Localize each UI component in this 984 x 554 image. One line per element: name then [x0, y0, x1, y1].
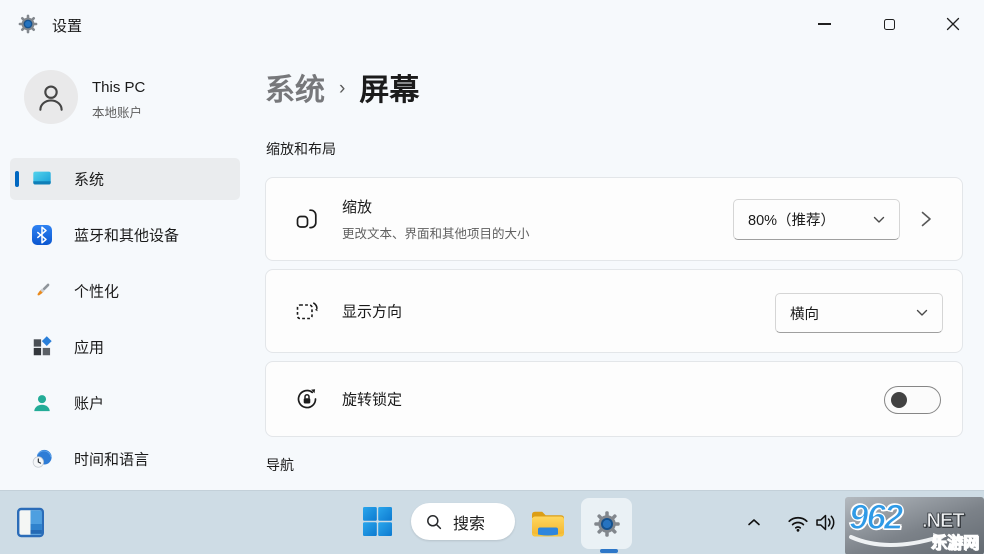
watermark-962net: 962 .NET 乐游网	[845, 497, 984, 554]
settings-gear-icon	[18, 14, 38, 34]
sidebar-nav: 系统 蓝牙和其他设备 个性化 应用 账户 时间和语言	[10, 158, 240, 494]
taskbar-settings-button[interactable]	[581, 498, 632, 549]
window-title: 设置	[52, 18, 83, 35]
user-account-type: 本地账户	[92, 106, 143, 120]
sidebar-item-bluetooth-devices[interactable]: 蓝牙和其他设备	[10, 214, 240, 256]
avatar	[24, 70, 78, 124]
chevron-down-icon	[873, 216, 885, 223]
sidebar-item-personalization[interactable]: 个性化	[10, 270, 240, 312]
sidebar-item-label: 时间和语言	[74, 451, 150, 469]
sidebar-item-label: 系统	[74, 171, 105, 189]
settings-gear-icon	[593, 510, 620, 537]
orientation-card: 显示方向 横向	[265, 269, 963, 353]
rotation-lock-title: 旋转锁定	[342, 391, 403, 409]
sidebar-item-accounts[interactable]: 账户	[10, 382, 240, 424]
rotation-lock-icon	[297, 389, 317, 409]
rotation-lock-card: 旋转锁定	[265, 361, 963, 437]
search-icon	[427, 514, 442, 529]
active-app-indicator	[600, 549, 618, 553]
sidebar-item-system[interactable]: 系统	[10, 158, 240, 200]
taskbar-search[interactable]: 搜索	[411, 503, 515, 540]
tray-chevron-up-icon[interactable]	[746, 514, 762, 530]
scale-title: 缩放	[342, 199, 373, 216]
minimize-button[interactable]	[802, 6, 846, 42]
toggle-knob	[891, 392, 907, 408]
apps-icon	[33, 336, 52, 356]
scale-dropdown-value: 80%（推荐）	[748, 213, 836, 229]
scale-icon	[296, 209, 317, 229]
section-navigation: 导航	[266, 457, 294, 473]
close-icon	[946, 17, 960, 31]
maximize-button[interactable]	[867, 6, 911, 42]
orientation-card-text: 显示方向	[342, 301, 402, 322]
scale-dropdown[interactable]: 80%（推荐）	[733, 199, 900, 240]
section-scale-layout: 缩放和布局	[266, 141, 336, 157]
rotation-lock-toggle[interactable]	[884, 386, 941, 414]
paintbrush-icon	[37, 283, 50, 296]
orientation-dropdown[interactable]: 横向	[775, 293, 943, 333]
widgets-icon[interactable]	[17, 507, 44, 538]
sidebar-item-label: 账户	[74, 395, 105, 413]
system-icon	[33, 171, 51, 185]
page-title: 屏幕	[359, 74, 420, 107]
display-orientation-icon	[296, 302, 318, 320]
selected-indicator	[15, 171, 19, 187]
user-name: This PC	[92, 79, 146, 96]
breadcrumb-separator-icon: ›	[339, 77, 346, 99]
close-button[interactable]	[931, 6, 975, 42]
file-explorer-icon[interactable]	[529, 506, 567, 540]
breadcrumb-parent[interactable]: 系统	[265, 65, 325, 109]
bluetooth-icon	[32, 225, 52, 245]
watermark-number: 962	[848, 497, 904, 537]
sidebar-item-label: 个性化	[74, 283, 120, 301]
chevron-right-icon[interactable]	[918, 210, 934, 228]
chevron-down-icon	[916, 309, 928, 316]
sidebar-item-label: 蓝牙和其他设备	[74, 227, 180, 245]
minimize-icon	[817, 23, 831, 25]
orientation-dropdown-value: 横向	[790, 306, 819, 323]
orientation-title: 显示方向	[342, 303, 403, 321]
search-label: 搜索	[453, 515, 486, 533]
accounts-icon	[34, 395, 50, 412]
person-icon	[39, 85, 63, 111]
user-profile[interactable]: This PC 本地账户	[0, 62, 250, 134]
sidebar-item-time-language[interactable]: 时间和语言	[10, 438, 240, 480]
volume-icon[interactable]	[813, 509, 840, 536]
rotation-lock-card-text: 旋转锁定	[342, 389, 402, 410]
scale-card[interactable]: 缩放 更改文本、界面和其他项目的大小 80%（推荐）	[265, 177, 963, 261]
scale-card-text: 缩放 更改文本、界面和其他项目的大小	[342, 196, 530, 242]
taskbar: 搜索 962 .NET 乐游网	[0, 490, 984, 554]
maximize-icon	[883, 18, 895, 30]
start-button[interactable]	[362, 506, 393, 537]
scale-subtitle: 更改文本、界面和其他项目的大小	[342, 227, 530, 241]
sidebar-item-apps[interactable]: 应用	[10, 326, 240, 368]
time-language-icon	[32, 449, 52, 468]
breadcrumb: 系统 › 屏幕	[265, 66, 419, 108]
wifi-icon[interactable]	[786, 511, 810, 535]
title-bar: 设置	[0, 0, 984, 48]
sidebar-item-label: 应用	[74, 339, 105, 357]
watermark-site: 乐游网	[930, 535, 980, 553]
settings-window: 设置 This PC 本地账户 系统 蓝牙和其他设备 个性化 应用 账户 时间和…	[0, 0, 984, 554]
